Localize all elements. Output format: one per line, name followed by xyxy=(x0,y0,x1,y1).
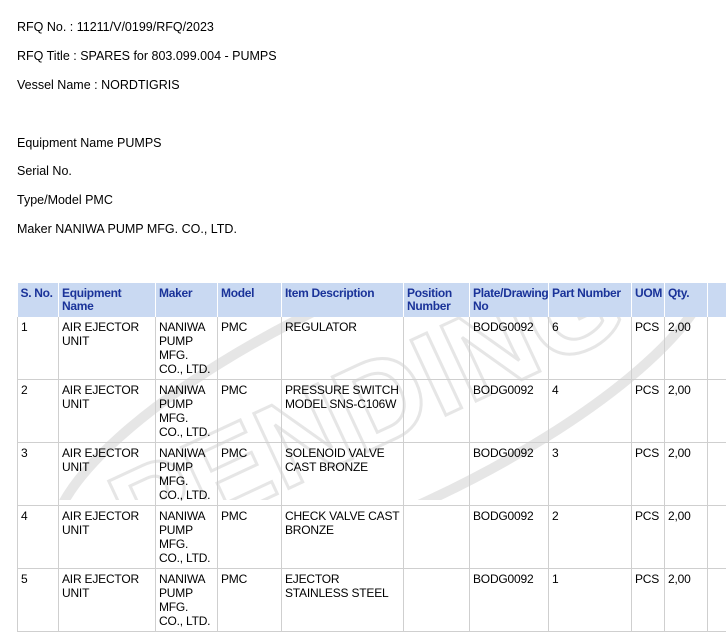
table-row: 2 AIR EJECTOR UNIT NANIWA PUMP MFG. CO.,… xyxy=(17,379,726,443)
cell-item-description: REGULATOR xyxy=(281,317,404,380)
cell-position-number xyxy=(403,442,470,506)
cell-uom: PCS xyxy=(631,568,665,632)
cell-qty: 2,00 xyxy=(664,379,708,443)
cell-model: PMC xyxy=(217,379,282,443)
cell-equipment-name: AIR EJECTOR UNIT xyxy=(58,379,156,443)
vessel-name: Vessel Name : NORDTIGRIS xyxy=(17,78,180,92)
spares-table-container: S. No. Equipment Name Maker Model Item D… xyxy=(17,283,726,632)
serial-no: Serial No. xyxy=(17,164,72,178)
col-header-extra xyxy=(707,283,726,317)
cell-part-number: 3 xyxy=(548,442,632,506)
cell-plate-drawing-no: BODG0092 xyxy=(469,317,549,380)
col-header-qty: Qty. xyxy=(664,283,708,317)
cell-sno: 5 xyxy=(17,568,59,632)
cell-uom: PCS xyxy=(631,317,665,380)
cell-part-number: 6 xyxy=(548,317,632,380)
cell-model: PMC xyxy=(217,505,282,569)
cell-maker: NANIWA PUMP MFG. CO., LTD. xyxy=(155,442,218,506)
col-header-sno: S. No. xyxy=(17,283,59,317)
cell-item-description: SOLENOID VALVE CAST BRONZE xyxy=(281,442,404,506)
col-header-uom: UOM xyxy=(631,283,665,317)
type-model: Type/Model PMC xyxy=(17,193,113,207)
cell-position-number xyxy=(403,568,470,632)
cell-equipment-name: AIR EJECTOR UNIT xyxy=(58,505,156,569)
col-header-maker: Maker xyxy=(155,283,218,317)
cell-plate-drawing-no: BODG0092 xyxy=(469,505,549,569)
cell-uom: PCS xyxy=(631,505,665,569)
cell-maker: NANIWA PUMP MFG. CO., LTD. xyxy=(155,505,218,569)
cell-model: PMC xyxy=(217,442,282,506)
spares-table: S. No. Equipment Name Maker Model Item D… xyxy=(17,283,726,632)
cell-sno: 4 xyxy=(17,505,59,569)
table-header-row: S. No. Equipment Name Maker Model Item D… xyxy=(17,283,726,317)
cell-sno: 3 xyxy=(17,442,59,506)
maker: Maker NANIWA PUMP MFG. CO., LTD. xyxy=(17,222,237,236)
cell-part-number: 1 xyxy=(548,568,632,632)
cell-extra xyxy=(707,505,726,569)
col-header-position-number: Position Number xyxy=(403,283,470,317)
cell-uom: PCS xyxy=(631,442,665,506)
cell-qty: 2,00 xyxy=(664,442,708,506)
cell-model: PMC xyxy=(217,317,282,380)
cell-position-number xyxy=(403,379,470,443)
cell-maker: NANIWA PUMP MFG. CO., LTD. xyxy=(155,317,218,380)
cell-position-number xyxy=(403,317,470,380)
cell-uom: PCS xyxy=(631,379,665,443)
col-header-model: Model xyxy=(217,283,282,317)
cell-extra xyxy=(707,317,726,380)
equipment-name: Equipment Name PUMPS xyxy=(17,136,162,150)
cell-sno: 1 xyxy=(17,317,59,380)
cell-equipment-name: AIR EJECTOR UNIT xyxy=(58,442,156,506)
cell-item-description: PRESSURE SWITCH MODEL SNS-C106W xyxy=(281,379,404,443)
cell-part-number: 2 xyxy=(548,505,632,569)
cell-position-number xyxy=(403,505,470,569)
rfq-number: RFQ No. : 11211/V/0199/RFQ/2023 xyxy=(17,20,214,34)
cell-extra xyxy=(707,442,726,506)
col-header-item-description: Item Description xyxy=(281,283,404,317)
table-row: 3 AIR EJECTOR UNIT NANIWA PUMP MFG. CO.,… xyxy=(17,442,726,506)
cell-equipment-name: AIR EJECTOR UNIT xyxy=(58,317,156,380)
cell-plate-drawing-no: BODG0092 xyxy=(469,442,549,506)
table-row: 5 AIR EJECTOR UNIT NANIWA PUMP MFG. CO.,… xyxy=(17,568,726,632)
col-header-plate-drawing-no: Plate/Drawing No xyxy=(469,283,549,317)
cell-extra xyxy=(707,379,726,443)
table-row: 4 AIR EJECTOR UNIT NANIWA PUMP MFG. CO.,… xyxy=(17,505,726,569)
cell-item-description: EJECTOR STAINLESS STEEL xyxy=(281,568,404,632)
cell-qty: 2,00 xyxy=(664,317,708,380)
cell-model: PMC xyxy=(217,568,282,632)
cell-plate-drawing-no: BODG0092 xyxy=(469,379,549,443)
rfq-title: RFQ Title : SPARES for 803.099.004 - PUM… xyxy=(17,49,277,63)
col-header-equipment-name: Equipment Name xyxy=(58,283,156,317)
cell-sno: 2 xyxy=(17,379,59,443)
cell-extra xyxy=(707,568,726,632)
cell-maker: NANIWA PUMP MFG. CO., LTD. xyxy=(155,379,218,443)
cell-item-description: CHECK VALVE CAST BRONZE xyxy=(281,505,404,569)
cell-part-number: 4 xyxy=(548,379,632,443)
cell-plate-drawing-no: BODG0092 xyxy=(469,568,549,632)
cell-qty: 2,00 xyxy=(664,505,708,569)
cell-equipment-name: AIR EJECTOR UNIT xyxy=(58,568,156,632)
table-row: 1 AIR EJECTOR UNIT NANIWA PUMP MFG. CO.,… xyxy=(17,317,726,380)
cell-maker: NANIWA PUMP MFG. CO., LTD. xyxy=(155,568,218,632)
cell-qty: 2,00 xyxy=(664,568,708,632)
col-header-part-number: Part Number xyxy=(548,283,632,317)
